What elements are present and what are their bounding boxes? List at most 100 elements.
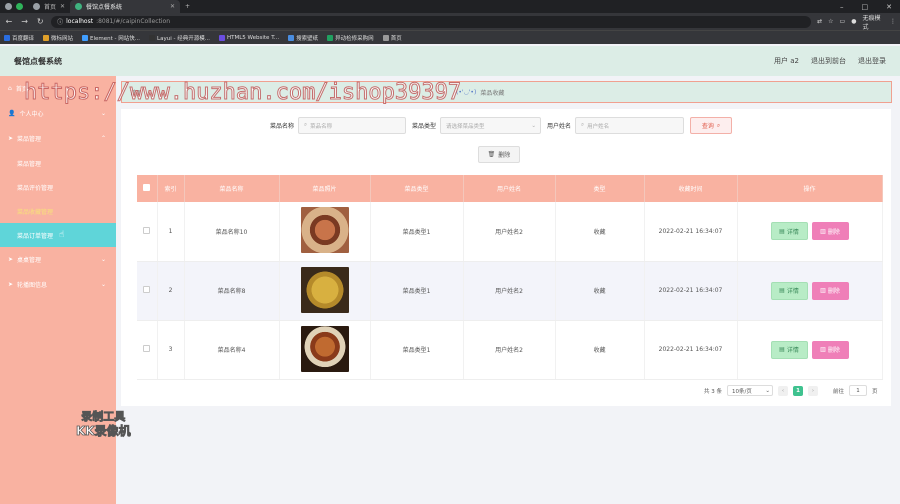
url-input[interactable]: ⓘ localhost:8081/#/caipinCollection — [51, 15, 812, 28]
table-row: 2 菜品名称8 菜品类型1 用户姓名2 收藏 2022-02-21 16:34:07 ▤ 详情… — [137, 261, 883, 321]
photo-cell — [279, 320, 371, 380]
detail-label: 详情 — [786, 347, 799, 354]
column-header[interactable]: 菜品类型 — [370, 175, 464, 202]
document-icon: ▤ — [779, 346, 785, 353]
bookmark-item[interactable]: Element - 网站快... — [82, 34, 140, 42]
close-window-button[interactable]: ✕ — [886, 3, 892, 11]
browser-tab-home[interactable]: 首页 ✕ — [28, 0, 70, 13]
bookmark-item[interactable]: HTML5 Website T... — [218, 34, 279, 41]
user-filter-placeholder: 用户姓名 — [587, 123, 610, 130]
maximize-button[interactable]: □ — [862, 3, 869, 11]
sidebar-subitem-reviews[interactable]: 菜品评价管理 — [0, 175, 116, 199]
column-header[interactable]: 菜品照片 — [279, 175, 371, 202]
index-cell: 2 — [157, 261, 185, 321]
column-header[interactable]: 类型 — [555, 175, 645, 202]
send-icon: ➤ — [8, 256, 14, 263]
name-cell: 菜品名称4 — [184, 320, 280, 380]
column-header[interactable]: 索引 — [157, 175, 185, 202]
detail-button[interactable]: ▤ 详情 — [770, 281, 808, 300]
user-cell: 用户姓名2 — [463, 320, 556, 380]
detail-button[interactable]: ▤ 详情 — [770, 222, 808, 241]
actions-cell: ▤ 详情 ▥ 删除 — [737, 202, 883, 262]
search-icon: ⌕ — [716, 121, 721, 129]
sidebar-subitem-orders[interactable]: 菜品订单管理 ☝ — [0, 223, 116, 247]
close-icon[interactable]: ✕ — [60, 3, 65, 10]
sidebar-item-carousel[interactable]: ➤ 轮播图信息 ⌄ — [0, 272, 116, 297]
row-checkbox[interactable] — [143, 226, 151, 234]
profile-label[interactable]: 无痕模式 — [862, 13, 884, 31]
bookmark-item[interactable]: Layui - 经典开源模... — [149, 34, 210, 42]
close-icon[interactable]: ✕ — [170, 3, 175, 10]
bookmark-item[interactable]: 搜索壁纸 — [288, 34, 318, 42]
sidebar-item-tables[interactable]: ➤ 桌桌管理 ⌄ — [0, 247, 116, 272]
delete-button[interactable]: ▥ 删除 — [811, 281, 849, 300]
sidebar-subitem-dishes[interactable]: 菜品管理 — [0, 151, 116, 175]
delete-button[interactable]: ▥ 删除 — [811, 222, 849, 241]
column-header[interactable]: 收藏时间 — [644, 175, 738, 202]
detail-button[interactable]: ▤ 详情 — [770, 340, 808, 359]
dish-photo[interactable] — [300, 207, 349, 254]
user-filter-input[interactable]: ⌕ 用户姓名 — [575, 117, 685, 134]
sidebar-subitem-favorites[interactable]: 菜品收藏管理 — [0, 199, 116, 223]
info-icon: ⓘ — [57, 19, 64, 26]
bookmark-item[interactable]: 异动检修采购网 — [327, 34, 374, 42]
back-icon[interactable]: ← — [4, 17, 14, 26]
dish-photo[interactable] — [300, 266, 349, 313]
translate-icon[interactable]: ⇄ — [817, 18, 822, 25]
query-button[interactable]: 查询 ⌕ — [690, 117, 733, 134]
bookmark-label: Element - 网站快... — [90, 35, 141, 42]
actions-cell: ▤ 详情 ▥ 删除 — [737, 320, 883, 380]
reload-icon[interactable]: ↻ — [35, 17, 45, 26]
goto-input[interactable]: 1 — [849, 385, 868, 396]
app-icon — [16, 3, 23, 10]
row-checkbox[interactable] — [143, 286, 151, 293]
trash-icon: ▥ — [820, 227, 826, 235]
bookmark-icon — [82, 34, 89, 41]
index-cell: 3 — [157, 320, 185, 380]
cursor-icon: ☝ — [59, 230, 65, 240]
name-filter-input[interactable]: ⌕ 菜品名称 — [298, 117, 407, 134]
bookmarks-bar: 百度翻译 微标网站 Element - 网站快... Layui - 经典开源模...… — [0, 30, 900, 44]
delete-label: 删除 — [827, 288, 840, 295]
bulk-delete-button[interactable]: 🗑 删除 — [478, 146, 520, 163]
page-size-select[interactable]: 10条/页 ⌄ — [727, 385, 773, 396]
next-page-button[interactable]: › — [808, 385, 818, 396]
browser-tab-dots[interactable] — [0, 0, 28, 13]
star-icon[interactable]: ☆ — [828, 18, 833, 25]
back-to-frontend-link[interactable]: 退出到前台 — [811, 56, 846, 66]
bookmark-item[interactable]: 首页 — [382, 34, 402, 42]
content-panel: 菜品名称 ⌕ 菜品名称 菜品类型 请选择菜品类型 ⌄ 用户姓名 ⌕ 用户姓名 查… — [121, 109, 891, 406]
column-header[interactable]: 菜品名称 — [184, 175, 280, 202]
sidebar-item-label: 菜品管理 — [17, 136, 42, 143]
current-page[interactable]: 1 — [793, 385, 803, 396]
bookmark-label: 微标网站 — [51, 35, 74, 42]
bookmark-item[interactable]: 微标网站 — [43, 34, 73, 42]
bookmark-icon — [149, 34, 156, 41]
forward-icon[interactable]: → — [20, 17, 30, 26]
dish-photo[interactable] — [300, 325, 349, 372]
prev-page-button[interactable]: ‹ — [778, 385, 788, 396]
time-cell: 2022-02-21 16:34:07 — [644, 320, 738, 380]
browser-icon — [5, 3, 12, 10]
url-host: localhost — [66, 18, 94, 25]
column-header[interactable]: 用户姓名 — [463, 175, 556, 202]
new-tab-button[interactable]: + — [180, 0, 195, 13]
row-checkbox[interactable] — [143, 345, 151, 352]
logout-link[interactable]: 退出登录 — [858, 56, 886, 66]
browser-tab-app[interactable]: 餐馆点餐系统 ✕ — [70, 0, 181, 13]
bookmark-label: 百度翻译 — [12, 35, 35, 42]
chevron-down-icon: ⌄ — [100, 110, 106, 117]
browser-tab-strip: 首页 ✕ 餐馆点餐系统 ✕ + – □ ✕ — [0, 0, 900, 13]
index-cell: 1 — [157, 202, 185, 262]
kind-cell: 收藏 — [555, 202, 645, 262]
type-filter-select[interactable]: 请选择菜品类型 ⌄ — [440, 117, 542, 134]
minimize-button[interactable]: – — [840, 3, 844, 11]
delete-button[interactable]: ▥ 删除 — [811, 340, 849, 359]
select-cell — [137, 202, 158, 262]
menu-icon[interactable]: ⋮ — [890, 18, 896, 25]
detail-label: 详情 — [786, 288, 799, 295]
sidebar-item-dishes[interactable]: ➤ 菜品管理 ⌃ — [0, 126, 116, 151]
sidepanel-icon[interactable]: ▭ — [840, 18, 846, 25]
select-all-checkbox[interactable] — [143, 184, 151, 191]
bookmark-item[interactable]: 百度翻译 — [4, 34, 34, 42]
